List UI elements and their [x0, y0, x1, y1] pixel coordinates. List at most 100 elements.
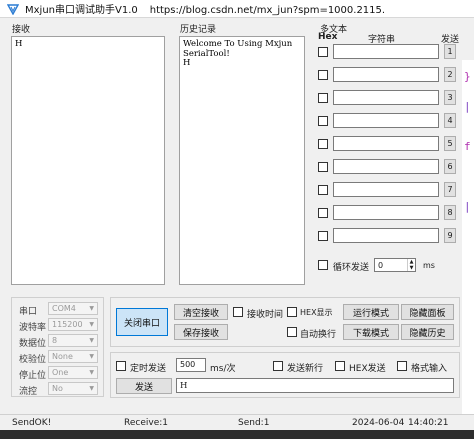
send-period-input[interactable]: 500	[176, 358, 206, 372]
code-brace: }	[464, 70, 471, 83]
multi-send-button[interactable]: 9	[444, 228, 456, 243]
multi-send-button[interactable]: 5	[444, 136, 456, 151]
parity-select[interactable]: None ▼	[48, 350, 98, 363]
hide-panel-button[interactable]: 隐藏面板	[401, 304, 454, 320]
history-textarea[interactable]: Welcome To Using Mxjun SerialTool! H	[179, 36, 305, 285]
hex-column-header: Hex	[318, 32, 338, 42]
chevron-down-icon: ▼	[89, 321, 94, 328]
baud-value: 115200	[52, 320, 83, 329]
parity-value: None	[52, 352, 73, 361]
loop-send-checkbox[interactable]	[318, 260, 328, 270]
receive-time-checkbox[interactable]	[233, 307, 243, 317]
window-title: Mxjun串口调试助手V1.0 https://blog.csdn.net/mx_…	[25, 1, 385, 16]
clear-receive-button[interactable]: 清空接收	[174, 304, 228, 320]
hide-history-button[interactable]: 隐藏历史	[401, 324, 454, 340]
title-bar: Mxjun串口调试助手V1.0 https://blog.csdn.net/mx_…	[0, 0, 474, 18]
multi-hex-checkbox[interactable]	[318, 231, 328, 241]
stopbits-label: 停止位	[19, 371, 47, 381]
multi-send-button[interactable]: 6	[444, 159, 456, 174]
app-title: Mxjun串口调试助手V1.0	[25, 5, 138, 16]
send-button[interactable]: 发送	[116, 378, 172, 394]
download-mode-button[interactable]: 下载模式	[343, 324, 399, 340]
multi-hex-checkbox[interactable]	[318, 47, 328, 57]
multi-string-input[interactable]	[333, 182, 439, 197]
multi-send-button[interactable]: 7	[444, 182, 456, 197]
chevron-down-icon: ▼	[89, 353, 94, 360]
multi-send-button[interactable]: 2	[444, 67, 456, 82]
databits-value: 8	[52, 336, 58, 345]
port-select[interactable]: COM4 ▼	[48, 302, 98, 315]
loop-unit-label: ms	[423, 261, 435, 270]
multi-hex-checkbox[interactable]	[318, 185, 328, 195]
flow-select[interactable]: No ▼	[48, 382, 98, 395]
multi-hex-checkbox[interactable]	[318, 116, 328, 126]
format-input-label: 格式输入	[411, 364, 448, 374]
baud-label: 波特率	[19, 323, 47, 333]
multi-hex-checkbox[interactable]	[318, 208, 328, 218]
receive-label: 接收	[12, 25, 31, 35]
background-editor-sliver: } | f |	[462, 60, 474, 420]
multi-string-input[interactable]	[333, 90, 439, 105]
stopbits-select[interactable]: One ▼	[48, 366, 98, 379]
timed-send-label: 定时发送	[130, 364, 167, 374]
chevron-down-icon: ▼	[89, 337, 94, 344]
parity-label: 校验位	[19, 355, 47, 365]
close-port-button[interactable]: 关闭串口	[116, 308, 168, 336]
receive-textarea[interactable]: H	[11, 36, 165, 285]
chevron-down-icon: ▼	[89, 385, 94, 392]
multi-hex-checkbox[interactable]	[318, 162, 328, 172]
send-count: Send:1	[238, 418, 270, 428]
hex-display-label: HEX显示	[300, 308, 333, 317]
multi-send-button[interactable]: 8	[444, 205, 456, 220]
run-mode-button[interactable]: 运行模式	[343, 304, 399, 320]
loop-send-label: 循环发送	[333, 263, 370, 273]
multi-string-input[interactable]	[333, 205, 439, 220]
taskbar-strip	[0, 430, 474, 439]
format-input-checkbox[interactable]	[397, 361, 407, 371]
receive-time-label: 接收时间	[247, 310, 284, 320]
history-label: 历史记录	[180, 25, 217, 35]
hex-send-label: HEX发送	[349, 364, 386, 374]
multi-string-input[interactable]	[333, 159, 439, 174]
multi-string-input[interactable]	[333, 228, 439, 243]
multi-string-input[interactable]	[333, 44, 439, 59]
multi-hex-checkbox[interactable]	[318, 93, 328, 103]
app-logo-icon	[7, 3, 19, 15]
multi-send-button[interactable]: 1	[444, 44, 456, 59]
chevron-down-icon: ▼	[89, 305, 94, 312]
receive-count: Receive:1	[124, 418, 168, 428]
timed-send-checkbox[interactable]	[116, 361, 126, 371]
multi-send-button[interactable]: 4	[444, 113, 456, 128]
auto-wrap-checkbox[interactable]	[287, 327, 297, 337]
baud-select[interactable]: 115200 ▼	[48, 318, 98, 331]
port-label: 串口	[19, 307, 38, 317]
stopbits-value: One	[52, 368, 69, 377]
port-value: COM4	[52, 304, 76, 313]
multi-hex-checkbox[interactable]	[318, 139, 328, 149]
hex-send-checkbox[interactable]	[335, 361, 345, 371]
databits-label: 数据位	[19, 339, 47, 349]
multi-string-input[interactable]	[333, 136, 439, 151]
chevron-down-icon: ▼	[89, 369, 94, 376]
multi-send-button[interactable]: 3	[444, 90, 456, 105]
send-newline-checkbox[interactable]	[273, 361, 283, 371]
code-char: |	[464, 200, 471, 213]
loop-interval-value: 0	[378, 260, 384, 270]
send-content-input[interactable]: H	[176, 378, 454, 393]
multi-string-input[interactable]	[333, 113, 439, 128]
code-char: f	[464, 140, 471, 153]
multi-hex-checkbox[interactable]	[318, 70, 328, 80]
multi-string-input[interactable]	[333, 67, 439, 82]
send-period-unit: ms/次	[210, 364, 236, 374]
send-newline-label: 发送新行	[287, 364, 324, 374]
status-message: SendOK!	[12, 418, 52, 428]
status-time: 14:40:21	[408, 418, 449, 428]
save-receive-button[interactable]: 保存接收	[174, 324, 228, 340]
databits-select[interactable]: 8 ▼	[48, 334, 98, 347]
hex-display-checkbox[interactable]	[287, 307, 297, 317]
status-bar: SendOK! Receive:1 Send:1 2024-06-04 14:4…	[0, 414, 474, 430]
spin-updown-icon[interactable]: ▲ ▼	[407, 259, 415, 271]
auto-wrap-label: 自动换行	[300, 330, 337, 340]
loop-interval-spinbox[interactable]: 0 ▲ ▼	[374, 258, 416, 272]
code-char: |	[464, 100, 471, 113]
